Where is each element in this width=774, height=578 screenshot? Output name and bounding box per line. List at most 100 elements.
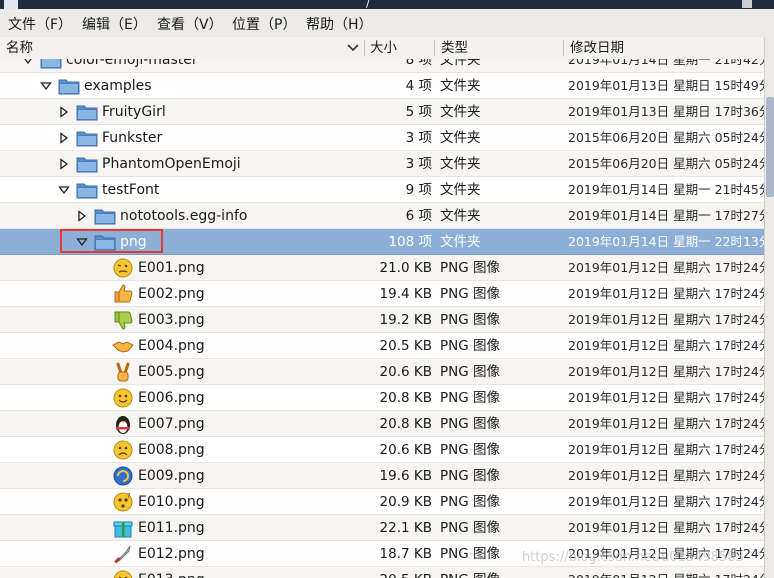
folder-row[interactable]: PhantomOpenEmoji 3 项文件夹 2015年06月20日 星期六 05… [0,151,764,177]
file-row[interactable]: E004.png 20.5 KB PNG 图像 2019年01月12日 星期六 17时… [0,333,764,359]
thumbs-up-icon [112,283,134,305]
item-type: 文件夹 [440,234,481,250]
expander-open-icon[interactable] [58,184,70,196]
item-size: 20.5 KB [364,567,432,578]
column-size-header[interactable]: 大小 [370,37,430,59]
item-name: E010.png [138,494,205,510]
menu-edit[interactable]: 编辑（E） [82,14,147,34]
menu-view[interactable]: 查看（V） [157,14,223,34]
item-type: PNG 图像 [440,442,500,458]
menu-help[interactable]: 帮助（H） [306,14,373,34]
column-type-header[interactable]: 类型 [441,37,551,59]
folder-row[interactable]: png108 项文件夹2019年01月14日 星期一 22时13分33 [0,229,764,255]
file-row[interactable]: E006.png 20.8 KB PNG 图像 2019年01月12日 星期六 17时… [0,385,764,411]
file-row[interactable]: E002.png 19.4 KB PNG 图像 2019年01月12日 星期六 17时… [0,281,764,307]
item-size: 20.8 KB [379,390,432,406]
item-modified-date: 2019年01月12日 星期六 17时24分09 [568,260,764,275]
handshake-icon [112,335,134,357]
column-separator[interactable] [434,40,435,56]
confused-face-icon [112,257,134,279]
folder-icon [94,207,116,225]
item-size: 18.7 KB [379,546,432,562]
folder-row[interactable]: testFont 9 项文件夹 2019年01月14日 星期一 21时45分34 [0,177,764,203]
item-modified-date: 2019年01月12日 星期六 17时24分09 [568,442,764,457]
item-modified-date: 2019年01月12日 星期六 17时24分09 [568,390,764,405]
expander-closed-icon[interactable] [58,132,70,144]
item-type: PNG 图像 [440,567,500,578]
item-name: nototools.egg-info [120,208,248,224]
item-type: PNG 图像 [440,260,500,276]
expander-closed-icon[interactable] [76,210,88,222]
item-name: E005.png [138,364,205,380]
item-type: 文件夹 [440,104,481,120]
file-row[interactable]: E003.png 19.2 KB PNG 图像 2019年01月12日 星期六 17时… [0,307,764,333]
item-name: E004.png [138,338,205,354]
victory-hand-icon [112,361,134,383]
item-name: Funkster [102,130,163,146]
file-row[interactable]: ? E010.png 20.9 KB PNG 图像 2019年01月12日 星期六 17… [0,489,764,515]
file-row[interactable]: E007.png 20.8 KB PNG 图像 2019年01月12日 星期六 17时… [0,411,764,437]
file-row[interactable]: E009.png 19.6 KB PNG 图像 2019年01月12日 星期六 17时… [0,463,764,489]
item-name: testFont [102,182,160,198]
item-modified-date: 2019年01月12日 星期六 17时24分09 [568,416,764,431]
expander-open-icon[interactable] [40,80,52,92]
file-row[interactable]: E011.png 22.1 KB PNG 图像 2019年01月12日 星期六 17时… [0,515,764,541]
folder-row[interactable]: FruityGirl 5 项文件夹 2019年01月13日 星期日 17时36分44 [0,99,764,125]
column-header: 名称 大小 类型 修改日期 [0,37,764,60]
column-separator[interactable] [563,40,564,56]
scrollbar-thumb[interactable] [766,97,774,197]
item-modified-date: 2019年01月14日 星期一 17时27分57 [568,208,764,223]
item-type: PNG 图像 [440,390,500,406]
expander-closed-icon[interactable] [58,158,70,170]
sort-chevron-down-icon[interactable] [346,40,360,56]
item-modified-date: 2019年01月12日 星期六 17时24分09 [568,520,764,535]
menu-location[interactable]: 位置（P） [232,14,296,34]
item-size: 9 项 [405,182,432,198]
window-title: / [366,0,370,9]
item-name: E009.png [138,468,205,484]
file-row[interactable]: E001.png 21.0 KB PNG 图像 2019年01月12日 星期六 17时… [0,255,764,281]
app-icon [4,0,18,9]
menu-file[interactable]: 文件（F） [8,14,72,34]
item-type: PNG 图像 [440,468,500,484]
folder-row[interactable]: Funkster 3 项文件夹 2015年06月20日 星期六 05时24分39 [0,125,764,151]
item-type: PNG 图像 [440,416,500,432]
item-modified-date: 2019年01月13日 星期日 17时36分44 [568,104,764,119]
item-name: PhantomOpenEmoji [102,156,241,172]
vertical-scrollbar[interactable] [764,37,774,578]
frowning-face-icon [112,439,134,461]
item-size: 20.8 KB [379,416,432,432]
file-row[interactable]: E005.png 20.6 KB PNG 图像 2019年01月12日 星期六 17时… [0,359,764,385]
item-type: PNG 图像 [440,338,500,354]
folder-icon [76,155,98,173]
item-name: color-emoji-master [66,59,198,68]
thinking-face-icon: ? [112,491,134,513]
dizzy-face-icon [112,465,134,487]
expander-closed-icon[interactable] [58,106,70,118]
item-size: 3 项 [405,156,432,172]
folder-row[interactable]: nototools.egg-info 6 项文件夹 2019年01月14日 星期一 … [0,203,764,229]
item-size: 5 项 [405,104,432,120]
item-type: PNG 图像 [440,312,500,328]
smiling-face-icon [112,387,134,409]
expander-open-icon[interactable] [22,59,34,66]
column-modified-header[interactable]: 修改日期 [570,37,750,59]
item-size: 8 项 [405,59,432,68]
file-row[interactable]: E008.png 20.6 KB PNG 图像 2019年01月12日 星期六 17时… [0,437,764,463]
item-type: 文件夹 [440,182,481,198]
window-control-icon[interactable] [742,0,752,8]
item-size: 108 项 [388,234,432,250]
file-row[interactable]: E013.png 20.5 KB PNG 图像 2019年01月12日 星期六 17时… [0,567,764,578]
item-modified-date: 2015年06月20日 星期六 05时24分39 [568,156,764,171]
folder-row[interactable]: color-emoji-master 8 项文件夹 2019年01月14日 星期一 … [0,59,764,73]
item-modified-date: 2019年01月12日 星期六 17时24分09 [568,364,764,379]
item-name: examples [84,78,152,94]
gift-icon [112,517,134,539]
item-type: 文件夹 [440,130,481,146]
item-name: E006.png [138,390,205,406]
item-size: 22.1 KB [379,520,432,536]
folder-row[interactable]: examples 4 项文件夹 2019年01月13日 星期日 15时49分51 [0,73,764,99]
item-size: 19.4 KB [379,286,432,302]
column-separator[interactable] [364,40,365,56]
column-name-header[interactable]: 名称 [6,37,336,59]
